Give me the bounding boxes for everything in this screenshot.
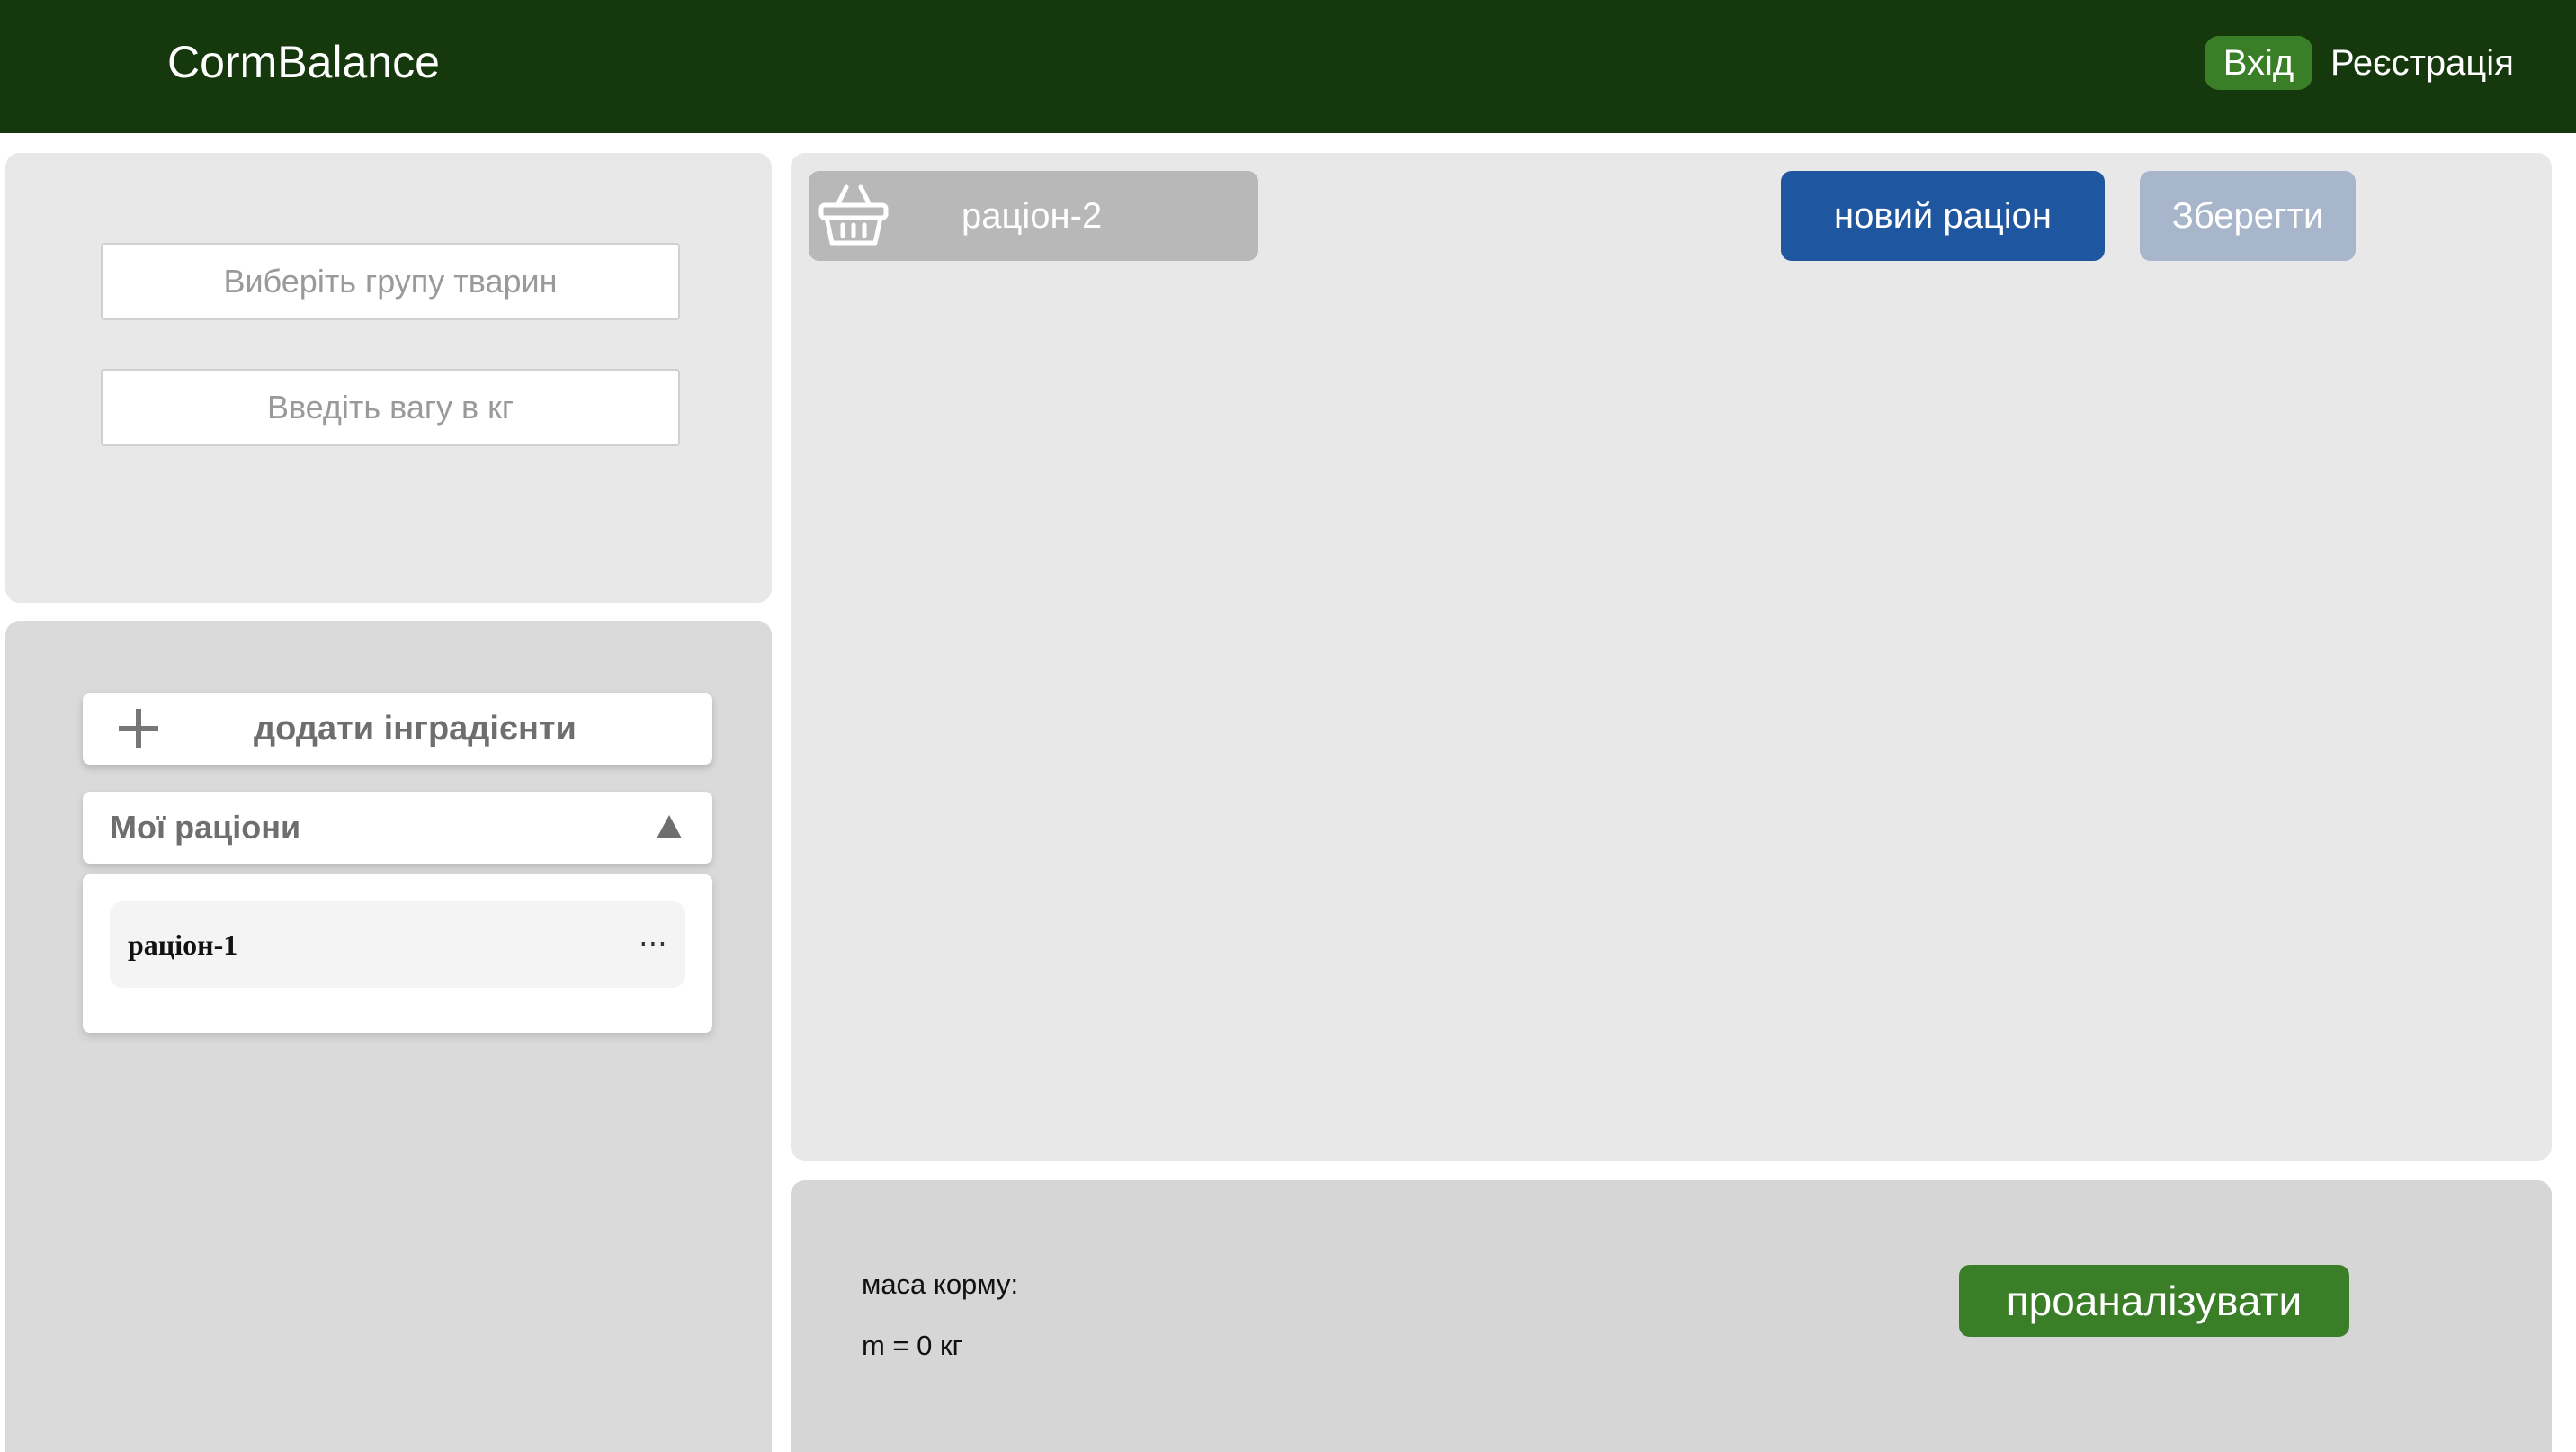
- active-diet-tab[interactable]: раціон-2: [809, 171, 1258, 261]
- register-link[interactable]: Реєстрація: [2330, 36, 2514, 90]
- diet-workspace: [791, 153, 2552, 1161]
- weight-input[interactable]: [101, 369, 680, 446]
- save-button[interactable]: Зберегти: [2140, 171, 2356, 261]
- my-diets-label: Мої раціони: [110, 809, 301, 846]
- triangle-up-icon: [657, 815, 682, 838]
- plus-icon: [119, 709, 158, 748]
- feed-mass-label: маса корму:: [862, 1268, 1019, 1300]
- new-diet-button[interactable]: новий раціон: [1781, 171, 2105, 261]
- diet-list-item[interactable]: раціон-1 ⋯: [110, 901, 685, 988]
- login-button[interactable]: Вхід: [2205, 36, 2312, 90]
- animal-group-select[interactable]: [101, 243, 680, 320]
- add-ingredients-button[interactable]: додати інградієнти: [83, 693, 712, 765]
- diet-item-label: раціон-1: [128, 928, 238, 961]
- brand-logo-text[interactable]: CormBalance: [167, 32, 440, 92]
- analyze-button[interactable]: проаналізувати: [1959, 1265, 2349, 1337]
- add-ingredients-label: додати інградієнти: [254, 710, 577, 748]
- feed-mass-value: m = 0 кг: [862, 1330, 962, 1361]
- my-diets-dropdown[interactable]: Мої раціони: [83, 792, 712, 864]
- basket-icon: [818, 184, 889, 246]
- top-header: CormBalance Вхід Реєстрація: [0, 0, 2576, 133]
- diets-list: раціон-1 ⋯: [83, 874, 712, 1033]
- active-diet-label: раціон-2: [962, 196, 1103, 236]
- more-horizontal-icon[interactable]: ⋯: [633, 923, 673, 963]
